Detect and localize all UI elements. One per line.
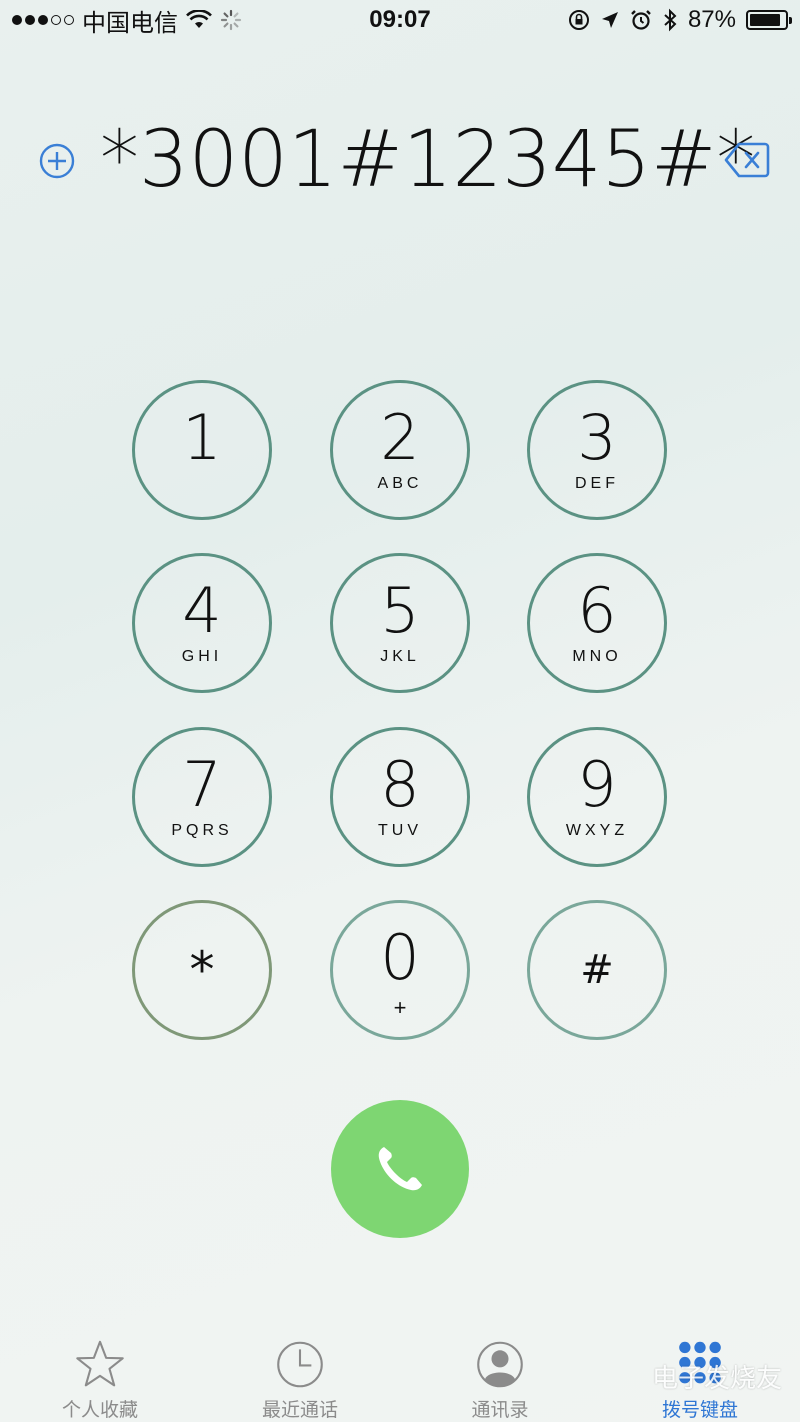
keypad: 1 2 ABC 3 DEF 4 GHI 5 JKL 6 MNO 7 PQRS 8… — [0, 0, 800, 1100]
key-star[interactable]: * — [132, 900, 272, 1040]
key-letters: TUV — [378, 822, 422, 839]
key-5[interactable]: 5 JKL — [330, 553, 470, 693]
key-2[interactable]: 2 ABC — [330, 380, 470, 520]
key-hash[interactable]: # — [527, 900, 667, 1040]
star-icon — [76, 1340, 124, 1387]
watermark-text: 电子发烧友 — [651, 1364, 782, 1394]
key-letters: + — [393, 995, 407, 1020]
key-0[interactable]: 0 + — [330, 900, 470, 1040]
tab-label: 最近通话 — [261, 1399, 338, 1421]
key-digit: 1 — [182, 401, 222, 474]
tab-label: 个人收藏 — [61, 1399, 138, 1421]
key-digit: 3 — [577, 401, 617, 474]
key-3[interactable]: 3 DEF — [527, 380, 667, 520]
key-letters: PQRS — [171, 822, 233, 839]
clock-icon — [277, 1341, 323, 1388]
key-digit: 8 — [380, 748, 420, 821]
key-1[interactable]: 1 — [132, 380, 272, 520]
key-digit: 7 — [182, 748, 222, 821]
key-letters: GHI — [181, 648, 223, 665]
key-8[interactable]: 8 TUV — [330, 727, 470, 867]
tab-label: 拨号键盘 — [661, 1399, 738, 1421]
key-6[interactable]: 6 MNO — [527, 553, 667, 693]
key-letters: DEF — [575, 475, 619, 492]
tab-recents[interactable]: 最近通话 — [200, 1325, 400, 1422]
key-digit: 0 — [380, 921, 420, 994]
phone-icon — [378, 1147, 422, 1191]
key-9[interactable]: 9 WXYZ — [527, 727, 667, 867]
key-digit: 4 — [182, 574, 222, 647]
key-digit: 6 — [577, 574, 617, 647]
key-7[interactable]: 7 PQRS — [132, 727, 272, 867]
key-digit: 9 — [577, 748, 617, 821]
call-button[interactable] — [331, 1100, 469, 1238]
key-letters: WXYZ — [565, 822, 629, 839]
key-letters: MNO — [572, 648, 622, 665]
key-digit: 5 — [380, 574, 420, 647]
key-4[interactable]: 4 GHI — [132, 553, 272, 693]
tab-label: 通讯录 — [471, 1399, 529, 1421]
key-letters: ABC — [377, 475, 423, 492]
key-digit: 2 — [380, 401, 420, 474]
key-letters: JKL — [380, 648, 420, 665]
contact-icon — [477, 1341, 523, 1388]
key-digit: # — [580, 947, 614, 993]
tab-favorites[interactable]: 个人收藏 — [0, 1325, 200, 1422]
key-digit: * — [189, 941, 215, 999]
tab-contacts[interactable]: 通讯录 — [400, 1325, 600, 1422]
